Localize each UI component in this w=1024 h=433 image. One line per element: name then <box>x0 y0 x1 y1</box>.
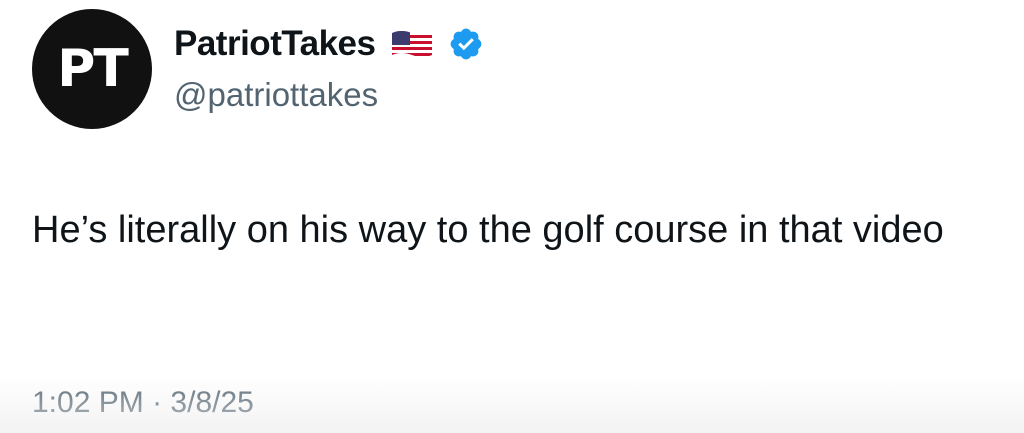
meta-separator: · <box>152 386 163 419</box>
user-handle[interactable]: @patriottakes <box>174 76 484 114</box>
tweet-date: 3/8/25 <box>170 386 254 419</box>
verified-badge-icon[interactable] <box>448 26 484 62</box>
avatar[interactable]: PT <box>32 9 152 129</box>
us-flag-icon <box>390 29 434 59</box>
name-row: PatriotTakes <box>174 22 484 66</box>
tweet-header: PatriotTakes @patriottakes <box>174 22 484 114</box>
tweet-text: He’s literally on his way to the golf co… <box>32 209 944 251</box>
tweet-time: 1:02 PM <box>32 386 144 419</box>
avatar-logo: PT <box>46 38 138 100</box>
tweet-card: PT PatriotTakes @patriottakes He’s liter… <box>0 0 1024 433</box>
display-name[interactable]: PatriotTakes <box>174 24 376 64</box>
avatar-text: PT <box>57 39 129 99</box>
tweet-timestamp[interactable]: 1:02 PM · 3/8/25 <box>32 386 254 420</box>
